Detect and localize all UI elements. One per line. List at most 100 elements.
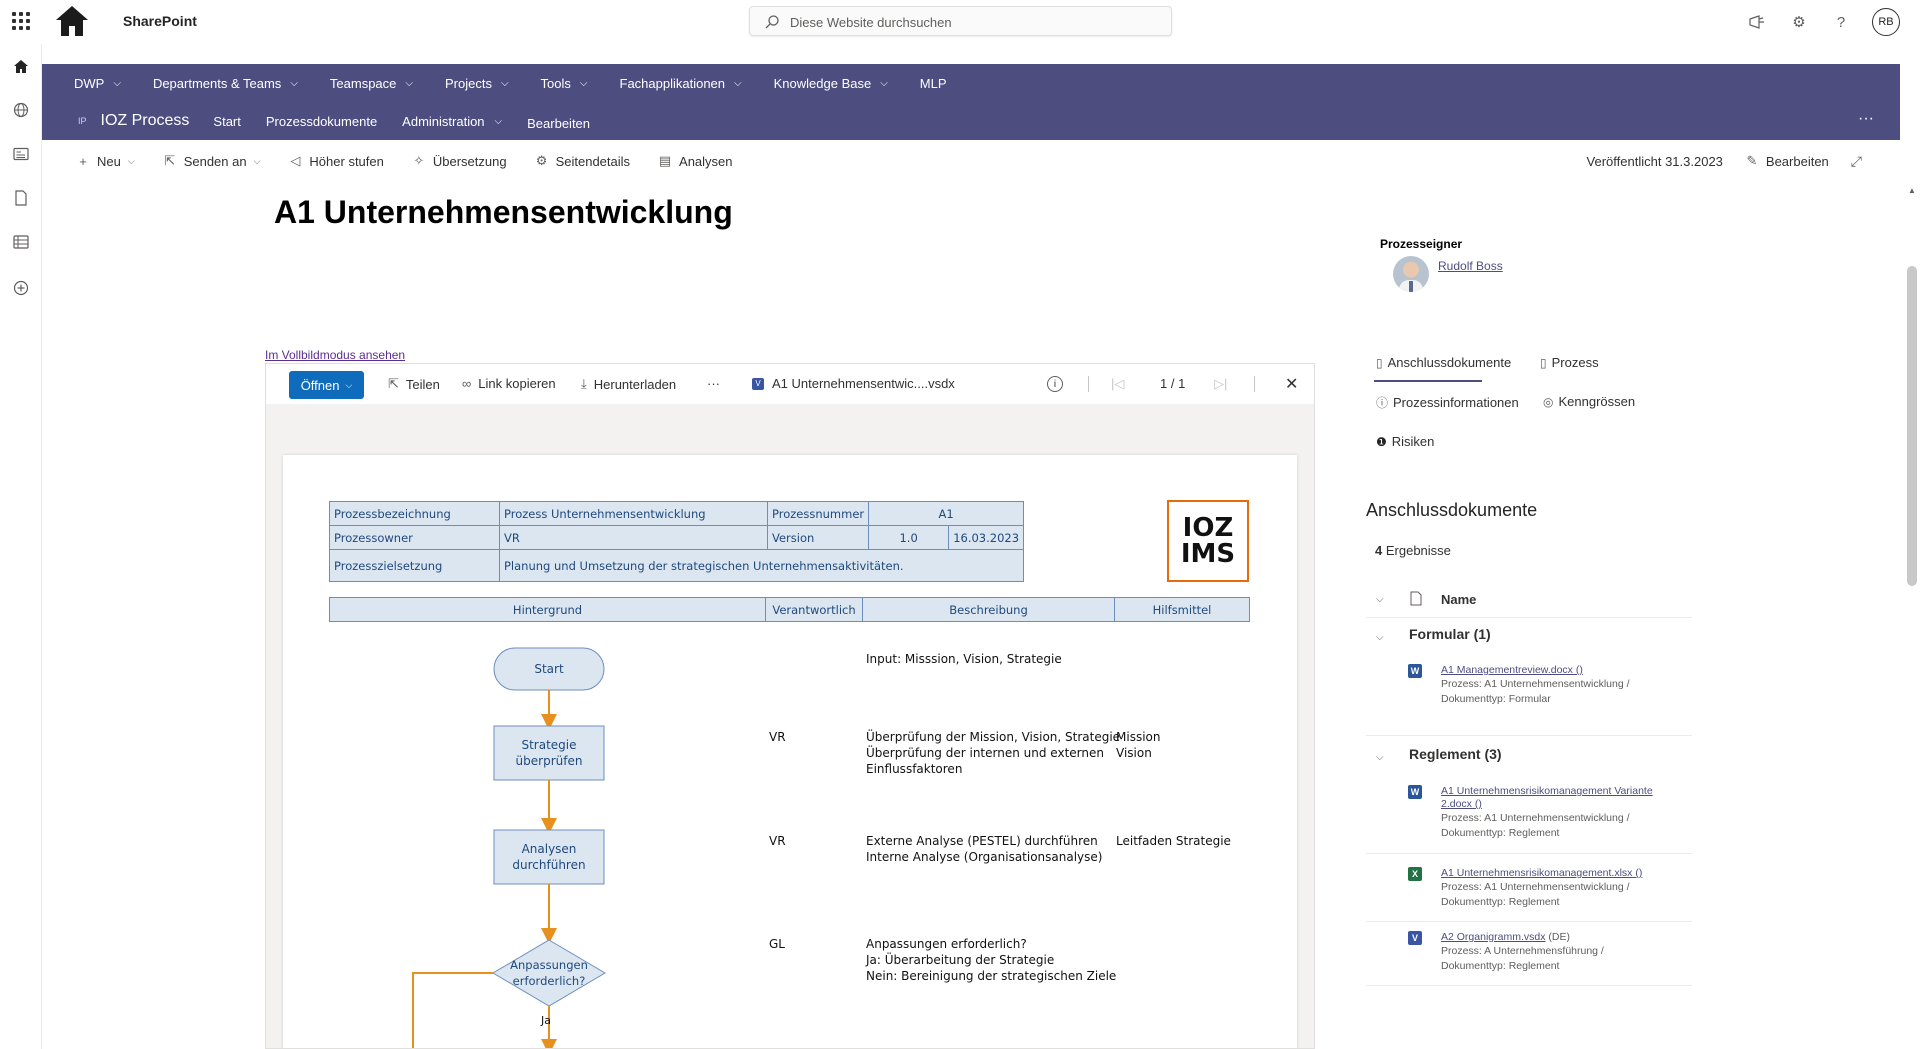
fullscreen-link[interactable]: Im Vollbildmodus ansehen [265, 348, 405, 362]
tab-label: Risiken [1391, 434, 1435, 449]
app-brand[interactable]: SharePoint [123, 13, 197, 29]
document-link[interactable]: A1 Unternehmensrisikomanagement.xlsx () [1441, 867, 1681, 880]
hub-nav-label: DWP [74, 75, 105, 91]
file-type-icon [1410, 591, 1422, 606]
last-page-icon[interactable]: ▷| [1214, 376, 1227, 392]
rail-lists-icon[interactable] [11, 232, 31, 252]
user-avatar[interactable]: RB [1872, 8, 1900, 36]
list-header-row: ⌵ Name [1366, 582, 1692, 618]
document-link[interactable]: A1 Managementreview.docx () [1441, 664, 1681, 677]
hub-nav-item-mlp[interactable]: MLP [920, 76, 947, 91]
app-launcher-icon[interactable] [12, 12, 30, 30]
close-icon[interactable]: ✕ [1285, 374, 1298, 394]
download-label: Herunterladen [593, 376, 677, 392]
site-nav-item-prozessdokumente[interactable]: Prozessdokumente [266, 114, 377, 129]
new-button[interactable]: + Neu ⌵ [76, 153, 134, 169]
first-page-icon[interactable]: |◁ [1111, 376, 1124, 392]
promote-label: Höher stufen [309, 153, 384, 169]
page-scrollbar[interactable]: ▲ [1906, 186, 1918, 1049]
chevron-down-icon[interactable]: ⌵ [1376, 594, 1384, 605]
send-to-button[interactable]: ⇱ Senden an ⌵ [163, 153, 260, 169]
search-icon [765, 15, 779, 29]
name-column-header[interactable]: Name [1441, 592, 1476, 607]
help-icon[interactable]: ? [1830, 11, 1852, 33]
chevron-down-icon[interactable]: ⌵ [1376, 632, 1384, 643]
home-icon[interactable] [54, 4, 90, 38]
decision-node-label: Anpassungen erforderlich? [510, 958, 588, 988]
plus-icon: + [79, 153, 87, 169]
rail-news-icon[interactable] [11, 144, 31, 164]
rail-globe-icon[interactable] [11, 100, 31, 120]
expand-icon[interactable]: ⤢ [1851, 153, 1862, 170]
scroll-up-icon[interactable]: ▲ [1908, 186, 1916, 195]
download-icon: ⤓ [581, 376, 587, 391]
document-link[interactable]: A1 Unternehmensrisikomanagement Variante… [1441, 785, 1681, 811]
feedback-icon[interactable] [1746, 11, 1768, 33]
viewer-more-button[interactable]: ··· [707, 376, 720, 391]
site-nav-item-start[interactable]: Start [213, 114, 240, 129]
site-nav-item-bearbeiten[interactable]: Bearbeiten [527, 116, 590, 131]
rail-home-icon[interactable] [11, 56, 31, 76]
tab-risiken[interactable]: ❶ Risiken [1376, 434, 1434, 449]
analytics-button[interactable]: ▤ Analysen [658, 153, 733, 169]
rail-create-icon[interactable] [11, 278, 31, 298]
step4-description: Anpassungen erforderlich? Ja: Überarbeit… [866, 937, 1117, 983]
info-icon[interactable]: i [1047, 376, 1063, 392]
hub-nav-item-teamspace[interactable]: Teamspace ⌵ [330, 76, 413, 91]
translate-icon: ✧ [413, 153, 425, 168]
hub-nav-label: MLP [919, 75, 947, 91]
scrollbar-thumb[interactable] [1907, 266, 1917, 586]
tab-kenngroessen[interactable]: ◎ Kenngrössen [1543, 394, 1635, 409]
start-node-label: Start [534, 662, 564, 676]
analysis-node-label: Analysen durchführen [512, 842, 586, 872]
owner-avatar[interactable] [1393, 256, 1429, 292]
word-file-icon: W [1408, 785, 1422, 799]
visio-file-icon: V [752, 377, 764, 390]
hub-nav-label: Projects [444, 75, 492, 91]
page-details-label: Seitendetails [555, 153, 631, 169]
document-link[interactable]: A2 Organigramm.vsdx [1441, 931, 1545, 943]
hub-nav-item-departments-teams[interactable]: Departments & Teams ⌵ [153, 76, 298, 91]
hub-nav-item-knowledge-base[interactable]: Knowledge Base ⌵ [774, 76, 888, 91]
group-title[interactable]: Reglement (3) [1409, 746, 1502, 762]
copy-link-button[interactable]: ∞ Link kopieren [462, 376, 556, 391]
link-icon: ∞ [462, 376, 472, 391]
site-nav-item-administration[interactable]: Administration ⌵ [402, 114, 502, 129]
tab-prozess[interactable]: ▯ Prozess [1540, 355, 1599, 370]
site-title[interactable]: IOZ Process [101, 112, 190, 130]
hub-nav-item-tools[interactable]: Tools ⌵ [541, 76, 588, 91]
published-status: Veröffentlicht 31.3.2023 [1586, 153, 1723, 169]
file-name: V A1 Unternehmensentwic....vsdx [752, 376, 955, 391]
owner-name-link[interactable]: Rudolf Boss [1438, 259, 1503, 273]
rail-files-icon[interactable] [11, 188, 31, 208]
hub-nav-item-dwp[interactable]: DWP ⌵ [74, 76, 121, 91]
document-page: Prozessbezeichnung Prozess Unternehmense… [283, 455, 1297, 1048]
group-title[interactable]: Formular (1) [1409, 626, 1491, 642]
site-nav-label: Start [213, 113, 241, 129]
pencil-icon: ✎ [1746, 153, 1758, 168]
page-details-button[interactable]: ⚙ Seitendetails [535, 153, 630, 169]
group-formular: ⌵ Formular (1) W A1 Managementreview.doc… [1366, 626, 1692, 736]
step2-tools: Mission Vision [1116, 730, 1161, 760]
tab-anschlussdokumente[interactable]: ▯ Anschlussdokumente [1376, 355, 1511, 370]
site-more-icon[interactable]: ··· [1858, 110, 1874, 128]
megaphone-icon: ◁ [290, 153, 301, 168]
chevron-down-icon[interactable]: ⌵ [1376, 752, 1384, 763]
promote-button[interactable]: ◁ Höher stufen [288, 153, 383, 169]
share-button[interactable]: ⇱ Teilen [388, 376, 440, 392]
site-logo[interactable]: IP [78, 116, 87, 126]
tab-prozessinformationen[interactable]: ⓘ Prozessinformationen [1376, 394, 1519, 411]
search-box[interactable]: Diese Website durchsuchen [749, 6, 1172, 36]
copy-link-label: Link kopieren [478, 376, 556, 391]
translate-button[interactable]: ✧ Übersetzung [412, 153, 506, 169]
step4-responsible: GL [769, 937, 785, 951]
hub-navigation: DWP ⌵ Departments & Teams ⌵ Teamspace ⌵ Projec… [42, 64, 1900, 102]
list-item: X A1 Unternehmensrisikomanagement.xlsx (… [1366, 854, 1692, 922]
hub-nav-item-projects[interactable]: Projects ⌵ [445, 76, 509, 91]
edit-page-button[interactable]: ✎ Bearbeiten [1745, 153, 1828, 169]
settings-gear-icon[interactable]: ⚙ [1788, 11, 1810, 33]
hub-nav-item-fachapplikationen[interactable]: Fachapplikationen ⌵ [620, 76, 742, 91]
analytics-label: Analysen [679, 153, 733, 169]
open-button[interactable]: Öffnen ⌵ [289, 371, 364, 399]
download-button[interactable]: ⤓ Herunterladen [581, 376, 676, 392]
